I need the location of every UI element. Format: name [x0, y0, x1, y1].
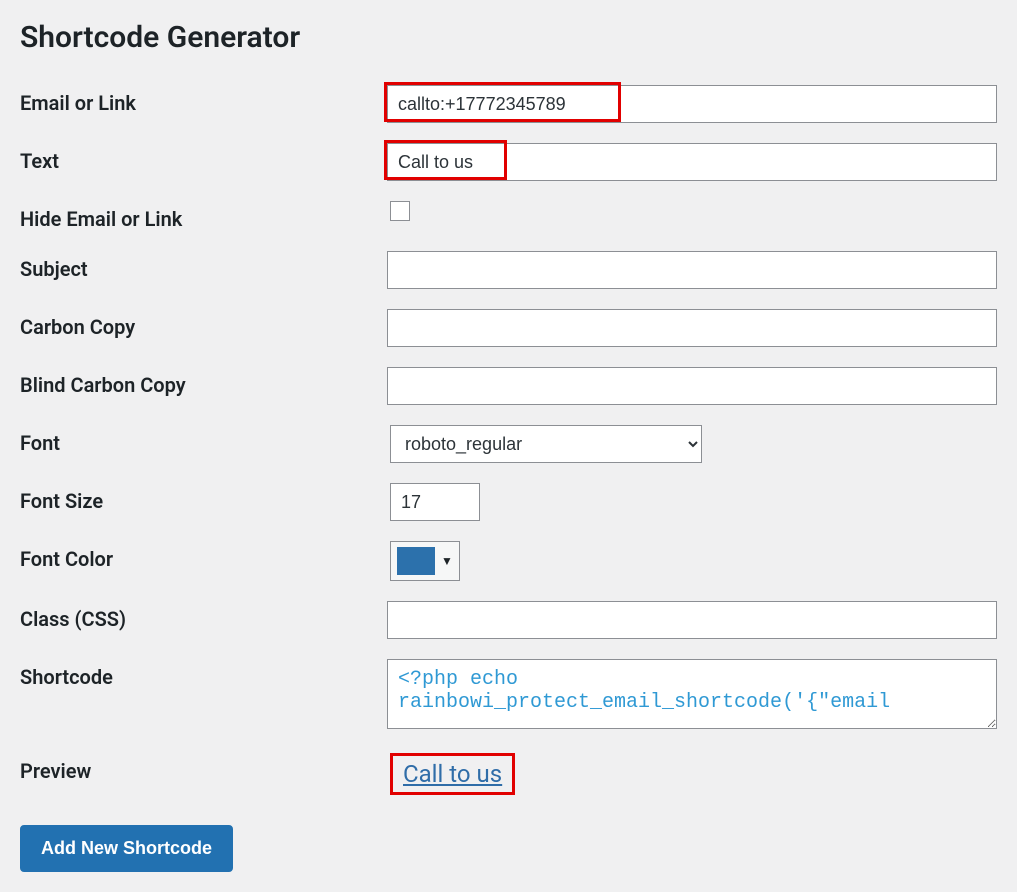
hide-email-or-link-label: Hide Email or Link: [20, 201, 390, 231]
font-size-label: Font Size: [20, 483, 390, 513]
carbon-copy-label: Carbon Copy: [20, 309, 387, 339]
email-or-link-label: Email or Link: [20, 85, 387, 115]
shortcode-textarea[interactable]: [387, 659, 997, 729]
chevron-down-icon: ▼: [441, 554, 453, 568]
font-color-label: Font Color: [20, 541, 390, 571]
page-title: Shortcode Generator: [20, 20, 997, 55]
class-css-input[interactable]: [387, 601, 997, 639]
color-swatch: [397, 547, 435, 575]
preview-label: Preview: [20, 753, 390, 783]
preview-highlight: Call to us: [390, 753, 515, 795]
font-size-input[interactable]: [390, 483, 480, 521]
blind-carbon-copy-input[interactable]: [387, 367, 997, 405]
carbon-copy-input[interactable]: [387, 309, 997, 347]
hide-email-or-link-checkbox[interactable]: [390, 201, 410, 221]
shortcode-label: Shortcode: [20, 659, 387, 689]
class-css-label: Class (CSS): [20, 601, 387, 631]
subject-label: Subject: [20, 251, 387, 281]
add-new-shortcode-button[interactable]: Add New Shortcode: [20, 825, 233, 872]
text-label: Text: [20, 143, 387, 173]
font-color-picker[interactable]: ▼: [390, 541, 460, 581]
font-select[interactable]: roboto_regular: [390, 425, 702, 463]
font-label: Font: [20, 425, 390, 455]
email-or-link-input[interactable]: [387, 85, 997, 123]
preview-link[interactable]: Call to us: [403, 760, 502, 788]
text-input[interactable]: [387, 143, 997, 181]
blind-carbon-copy-label: Blind Carbon Copy: [20, 367, 387, 397]
subject-input[interactable]: [387, 251, 997, 289]
